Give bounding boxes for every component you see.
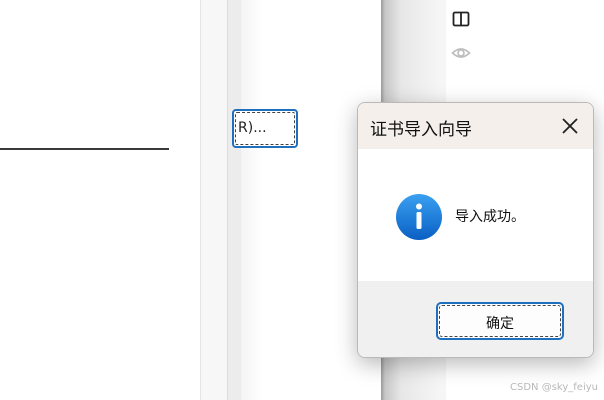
- dialog-title: 证书导入向导: [370, 120, 472, 140]
- side-strip-border: [227, 0, 241, 400]
- info-icon: [395, 193, 443, 241]
- dialog-message: 导入成功。: [455, 209, 525, 225]
- ok-button[interactable]: 确定: [436, 302, 564, 340]
- import-success-dialog: 证书导入向导 导入成功。 确定: [357, 102, 594, 358]
- ok-button-label: 确定: [486, 316, 514, 332]
- watermark: CSDN @sky_feiyu: [510, 382, 598, 393]
- close-icon[interactable]: [557, 113, 583, 139]
- browse-button[interactable]: R)...: [232, 109, 298, 148]
- document-area: [0, 0, 200, 400]
- eye-icon[interactable]: [451, 43, 471, 63]
- reader-view-icon[interactable]: [452, 10, 470, 28]
- browse-button-label: R)...: [238, 120, 267, 136]
- screen: R)... 证书导入向导 导入成功。 确定 CSDN @sky_feiyu: [0, 0, 604, 400]
- dialog-titlebar: 证书导入向导: [358, 103, 593, 149]
- document-rule: [0, 148, 169, 150]
- side-strip: [201, 0, 227, 400]
